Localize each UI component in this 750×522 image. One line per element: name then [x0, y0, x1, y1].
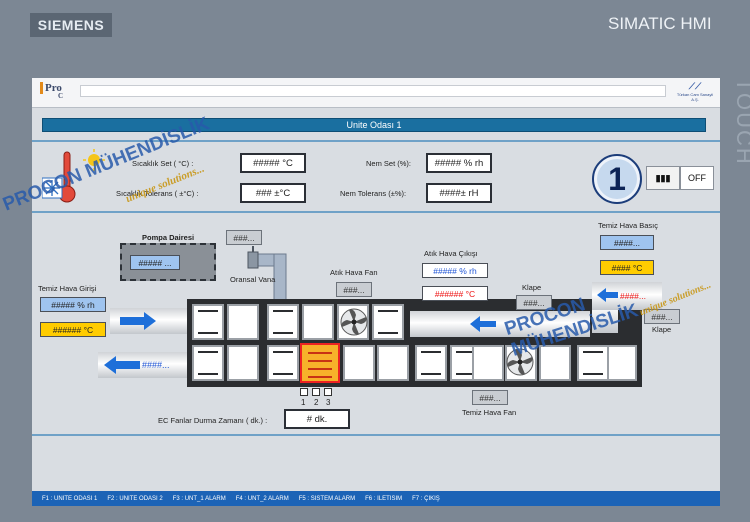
fkey-f4[interactable]: F4 : UNT_2 ALARM — [236, 496, 289, 502]
damper-top-value: ###... — [516, 295, 552, 310]
watermark-tagline-left: unique solutions... — [124, 162, 207, 206]
top-header: Pro C ⟋⟋ Türkan Cam Sanayii A.Ş. — [32, 78, 720, 108]
coil-step-1-label: 1 — [301, 398, 306, 407]
fkey-f7[interactable]: F7 : ÇIKIŞ — [412, 496, 440, 502]
filter-bottom-3 — [415, 345, 447, 381]
temp-set-label: Sıcaklık Set ( °C) : — [132, 159, 194, 168]
fkey-f1[interactable]: F1 : UNITE ODASI 1 — [42, 496, 97, 502]
filter-bottom-1 — [192, 345, 224, 381]
hmi-screen: Pro C ⟋⟋ Türkan Cam Sanayii A.Ş. Unite O… — [0, 78, 720, 506]
supply-in-label: Temiz Hava Girişi — [38, 284, 97, 293]
fkey-f5[interactable]: F5 : SISTEM ALARM — [299, 496, 355, 502]
temp-tol-field[interactable]: ### ±°C — [240, 183, 306, 203]
on-button[interactable]: ▮▮▮ — [646, 166, 680, 190]
procon-logo: Pro C — [40, 82, 70, 104]
clean-pressure-value: ####... — [600, 235, 654, 250]
coil-step-1-indicator — [300, 388, 308, 396]
fresh-air-arrow-icon — [597, 288, 618, 302]
cell-top-1 — [227, 304, 259, 340]
divider-top — [32, 140, 720, 142]
coil-step-3-indicator — [324, 388, 332, 396]
on-icon: ▮▮▮ — [655, 172, 671, 183]
exhaust-out-hum: ##### % rh — [422, 263, 488, 278]
supply-in-hum: ##### % rh — [40, 297, 106, 312]
return-arrow-icon — [104, 356, 140, 374]
fkey-f6[interactable]: F6 : ILETISIM — [365, 496, 402, 502]
damper-top-label: Klape — [522, 283, 542, 292]
page-title: Unite Odası 1 — [42, 118, 706, 132]
exhaust-duct — [410, 311, 590, 337]
hum-tol-field[interactable]: ####± rH — [426, 183, 492, 203]
hum-tol-label: Nem Tolerans (±%): — [340, 189, 407, 198]
cell-bottom-2 — [343, 345, 375, 381]
cell-bottom-5 — [539, 345, 571, 381]
hmi-content: Pro C ⟋⟋ Türkan Cam Sanayii A.Ş. Unite O… — [0, 78, 720, 506]
exhaust-fan-label: Atık Hava Fan — [330, 268, 378, 277]
temp-tol-label: Sıcaklık Tolerans ( ±°C) : — [116, 189, 199, 198]
valve-label: Oransal Vana — [230, 275, 276, 284]
header-text-field — [80, 85, 666, 97]
cell-bottom-1 — [227, 345, 259, 381]
function-key-bar: F1 : UNITE ODASI 1 F2 : UNITE ODASI 2 F3… — [32, 491, 720, 506]
cell-bottom-3 — [377, 345, 409, 381]
coil-line — [308, 352, 332, 354]
divider-mid — [32, 211, 720, 213]
pompa-box: ##### ... — [120, 243, 216, 281]
hum-set-label: Nem Set (%): — [366, 159, 412, 168]
cell-top-2 — [302, 304, 334, 340]
exhaust-out-label: Atık Hava Çıkışı — [424, 249, 478, 258]
filter-top-3 — [372, 304, 404, 340]
coil-step-2-label: 2 — [314, 398, 319, 407]
filter-bottom-2 — [267, 345, 299, 381]
company-logo: ⟋⟋ Türkan Cam Sanayii A.Ş. — [676, 81, 714, 105]
supply-in-temp: ###### °C — [40, 322, 106, 337]
clean-pressure-label: Temiz Hava Basıç — [598, 221, 659, 230]
pompa-value: ##### ... — [130, 255, 180, 270]
cell-bottom-4 — [472, 345, 504, 381]
clean-pressure-temp: #### °C — [600, 260, 654, 275]
valve-value: ###... — [226, 230, 262, 245]
climate-icon — [42, 149, 105, 203]
company-mark-icon: ⟋⟋ — [688, 81, 702, 91]
right-return-value: ####... — [620, 291, 646, 301]
fkey-f2[interactable]: F2 : UNITE ODASI 2 — [107, 496, 162, 502]
coil-line — [308, 360, 332, 362]
unit-number-badge: 1 — [592, 154, 642, 204]
cell-bottom-6 — [607, 345, 637, 381]
supply-fan-value: ###... — [472, 390, 508, 405]
exhaust-out-temp: ###### °C — [422, 286, 488, 301]
divider-bottom — [32, 434, 720, 436]
touch-label: TOUCH — [732, 78, 750, 166]
filter-bottom-5 — [577, 345, 609, 381]
coil-step-2-indicator — [312, 388, 320, 396]
damper-right-value: ###... — [644, 309, 680, 324]
heating-coil — [300, 343, 340, 383]
filter-top-2 — [267, 304, 299, 340]
fkey-f3[interactable]: F3 : UNT_1 ALARM — [173, 496, 226, 502]
logo-sub: C — [58, 92, 64, 100]
exhaust-fan-value: ###... — [336, 282, 372, 297]
simatic-hmi-label: SIMATIC HMI — [608, 14, 712, 33]
filter-top-1 — [192, 304, 224, 340]
damper-right-label: Klape — [652, 325, 672, 334]
exhaust-fan-icon — [340, 308, 368, 336]
supply-fan-icon — [506, 348, 534, 376]
off-button[interactable]: OFF — [680, 166, 714, 190]
return-value: ####... — [142, 360, 170, 370]
coil-line — [308, 376, 332, 378]
valve-pipe-icon — [247, 246, 287, 300]
inlet-arrow-icon — [120, 312, 156, 330]
temp-set-field[interactable]: ##### °C — [240, 153, 306, 173]
siemens-logo: SIEMENS — [30, 13, 112, 37]
coil-step-3-label: 3 — [326, 398, 331, 407]
ec-fan-label: EC Fanlar Durma Zamanı ( dk.) : — [158, 416, 268, 425]
pompa-label: Pompa Dairesi — [142, 233, 195, 242]
supply-fan-label: Temiz Hava Fan — [462, 408, 517, 417]
coil-line — [308, 368, 332, 370]
ec-fan-field[interactable]: # dk. — [284, 409, 350, 429]
hmi-bezel: SIEMENS SIMATIC HMI TOUCH Pro C ⟋⟋ Türka… — [0, 0, 750, 522]
company-text: Türkan Cam Sanayii A.Ş. — [676, 92, 714, 102]
hum-set-field[interactable]: ##### % rh — [426, 153, 492, 173]
exhaust-arrow-icon — [470, 316, 496, 332]
